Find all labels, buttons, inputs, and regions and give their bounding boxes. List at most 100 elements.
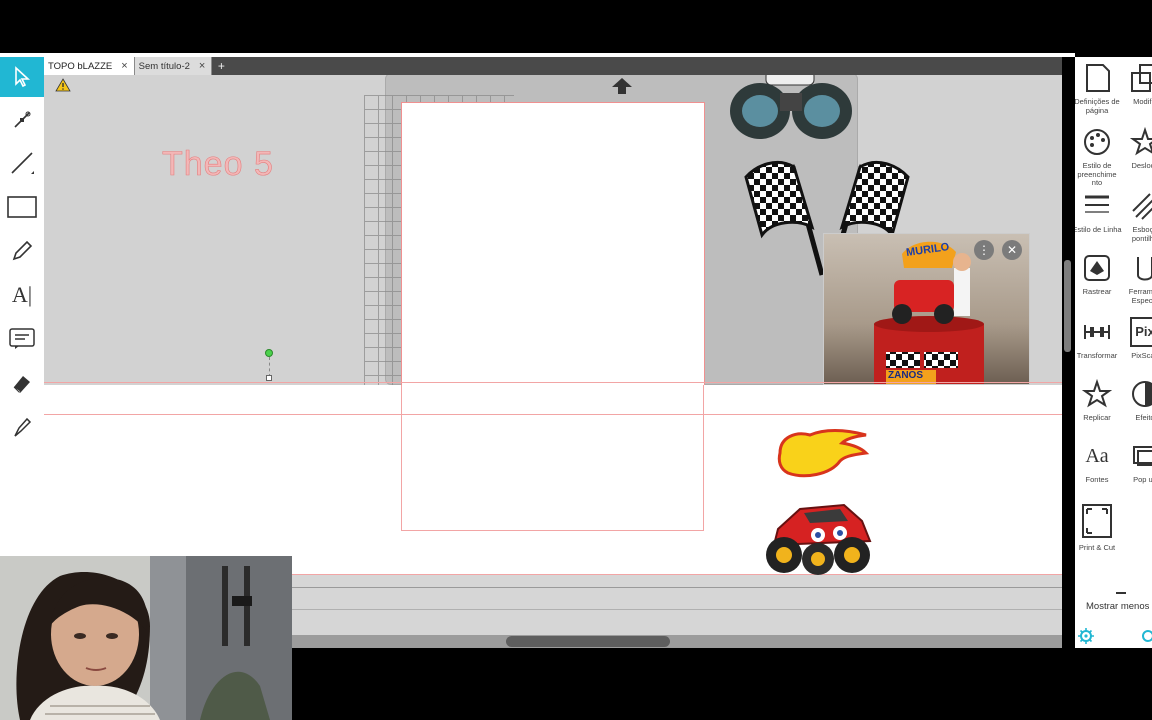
- tab-sem-titulo-2[interactable]: Sem título-2 ×: [134, 57, 213, 75]
- print-cut-label: Print & Cut: [1078, 543, 1116, 552]
- fill-style-button[interactable]: Estilo de preenchime nto: [1075, 127, 1122, 188]
- page-setup-button[interactable]: Definições de página: [1075, 63, 1122, 115]
- warning-icon[interactable]: [55, 78, 71, 92]
- knife-tool[interactable]: [0, 407, 44, 447]
- special-tools-button[interactable]: Ferramen Especia: [1120, 253, 1152, 305]
- eraser-tool[interactable]: [0, 363, 44, 403]
- pixscan-label: PixScan: [1131, 351, 1152, 360]
- line-style-icon: [1085, 195, 1109, 213]
- close-tab-icon[interactable]: ×: [121, 60, 127, 72]
- transform-label: Transformar: [1076, 351, 1118, 360]
- modify-label: Modific: [1133, 97, 1152, 106]
- photo-close-button[interactable]: ✕: [1002, 240, 1022, 260]
- offset-star-icon: [1130, 127, 1152, 156]
- handle-line: [269, 357, 270, 377]
- text-icon: A|: [11, 282, 33, 307]
- trace-button[interactable]: Rastrear: [1075, 253, 1122, 297]
- design-canvas-lower[interactable]: [44, 385, 1062, 575]
- transform-button[interactable]: Transformar: [1075, 317, 1122, 361]
- cut-boundary-line: [44, 382, 1062, 383]
- knife-icon: [14, 417, 32, 437]
- special-tools-icon: [1137, 257, 1152, 281]
- gear-icon[interactable]: [1140, 628, 1152, 644]
- palette-icon: [1084, 129, 1110, 155]
- eraser-icon: [13, 376, 30, 393]
- special-tools-label: Ferramen Especia: [1128, 287, 1152, 305]
- document-tab-bar: TOPO bLAZZE × Sem título-2 × +: [44, 57, 1062, 75]
- page-border-left: [401, 385, 402, 531]
- trace-icon: [1084, 255, 1110, 281]
- text-box-icon: [9, 328, 35, 349]
- offset-button[interactable]: Desloca: [1120, 127, 1152, 171]
- text-box-tool[interactable]: [0, 319, 44, 359]
- photo-more-options-button[interactable]: ⋮: [974, 240, 994, 260]
- pencil-icon: [12, 240, 33, 261]
- tab-topo-blazze[interactable]: TOPO bLAZZE ×: [44, 57, 135, 75]
- line-icon: [11, 152, 34, 174]
- rotate-handle[interactable]: [265, 349, 273, 357]
- replicate-icon: [1082, 379, 1112, 408]
- point-edit-tool[interactable]: [0, 100, 44, 140]
- close-tab-icon[interactable]: ×: [199, 60, 205, 72]
- screen: TOPO bLAZZE × Sem título-2 × + A| Theo 5…: [0, 0, 1152, 720]
- new-tab-button[interactable]: +: [212, 57, 230, 75]
- right-panel: Definições de página Estilo de preenchim…: [1075, 57, 1152, 648]
- page-area: [401, 102, 705, 385]
- effect-button[interactable]: Efeito: [1120, 379, 1152, 423]
- print-cut-icon: [1082, 504, 1112, 538]
- webcam-overlay: [0, 556, 292, 720]
- cut-boundary-line: [44, 414, 1062, 415]
- replicate-button[interactable]: Replicar: [1075, 379, 1122, 423]
- collapse-bar-icon: [1116, 592, 1126, 594]
- line-tool[interactable]: [0, 143, 44, 183]
- webcam-image: [0, 556, 292, 720]
- fonts-button[interactable]: Aa Fontes: [1075, 441, 1122, 485]
- sketch-button[interactable]: Esboço pontilha: [1120, 191, 1152, 243]
- left-toolbar: A|: [0, 57, 44, 557]
- ruler-line: [292, 609, 1062, 610]
- popup-icon: [1133, 446, 1152, 466]
- text-object-theo-5[interactable]: Theo 5: [162, 145, 274, 184]
- show-less-button[interactable]: Mostrar menos: [1086, 601, 1149, 612]
- fill-style-label: Estilo de preenchime nto: [1077, 161, 1117, 187]
- print-and-cut-button[interactable]: Print & Cut: [1075, 503, 1122, 553]
- transform-icon: [1084, 325, 1110, 339]
- trace-label: Rastrear: [1082, 287, 1112, 296]
- blaze-truck-image[interactable]: [760, 499, 876, 575]
- canvas-bottom-area: [292, 575, 1062, 635]
- replicate-label: Replicar: [1083, 413, 1111, 422]
- cake-photo-image: [874, 241, 984, 384]
- line-style-label: Estilo de Linha: [1075, 225, 1122, 234]
- popup-button[interactable]: Pop up: [1120, 441, 1152, 485]
- select-tool[interactable]: [0, 57, 44, 97]
- text-tool[interactable]: A|: [0, 275, 44, 315]
- effect-icon: [1132, 381, 1152, 407]
- ruler-line: [292, 587, 1062, 588]
- node-edit-icon: [14, 111, 31, 128]
- sketch-icon: [1132, 193, 1152, 220]
- rectangle-icon: [7, 196, 37, 218]
- tab-label: Sem título-2: [138, 60, 190, 72]
- modify-icon: [1131, 64, 1152, 92]
- monster-truck-image[interactable]: [728, 75, 854, 143]
- horizontal-scroll-thumb[interactable]: [506, 636, 670, 647]
- popup-label: Pop up: [1133, 475, 1152, 484]
- page-icon: [1086, 64, 1110, 92]
- rectangle-tool[interactable]: [0, 187, 44, 227]
- pencil-tool[interactable]: [0, 231, 44, 271]
- page-setup-label: Definições de página: [1075, 97, 1120, 115]
- vertical-scroll-thumb[interactable]: [1064, 260, 1071, 352]
- selection-handle[interactable]: [266, 375, 272, 381]
- fonts-icon: Aa: [1085, 445, 1109, 467]
- design-canvas[interactable]: Theo 5 MURILO ZANOS ⋮ ✕: [44, 75, 1062, 385]
- tab-label: TOPO bLAZZE: [48, 60, 113, 72]
- arrow-pointer-icon: [15, 66, 31, 88]
- horizontal-scrollbar[interactable]: [292, 635, 1062, 648]
- flame-image[interactable]: [774, 427, 870, 479]
- fonts-label: Fontes: [1085, 475, 1109, 484]
- reference-photo[interactable]: MURILO ZANOS ⋮ ✕: [823, 233, 1030, 385]
- modify-button[interactable]: Modific: [1120, 63, 1152, 107]
- gear-icon[interactable]: [1078, 628, 1094, 644]
- pixscan-button[interactable]: Pix PixScan: [1120, 317, 1152, 361]
- line-style-button[interactable]: Estilo de Linha: [1075, 191, 1122, 235]
